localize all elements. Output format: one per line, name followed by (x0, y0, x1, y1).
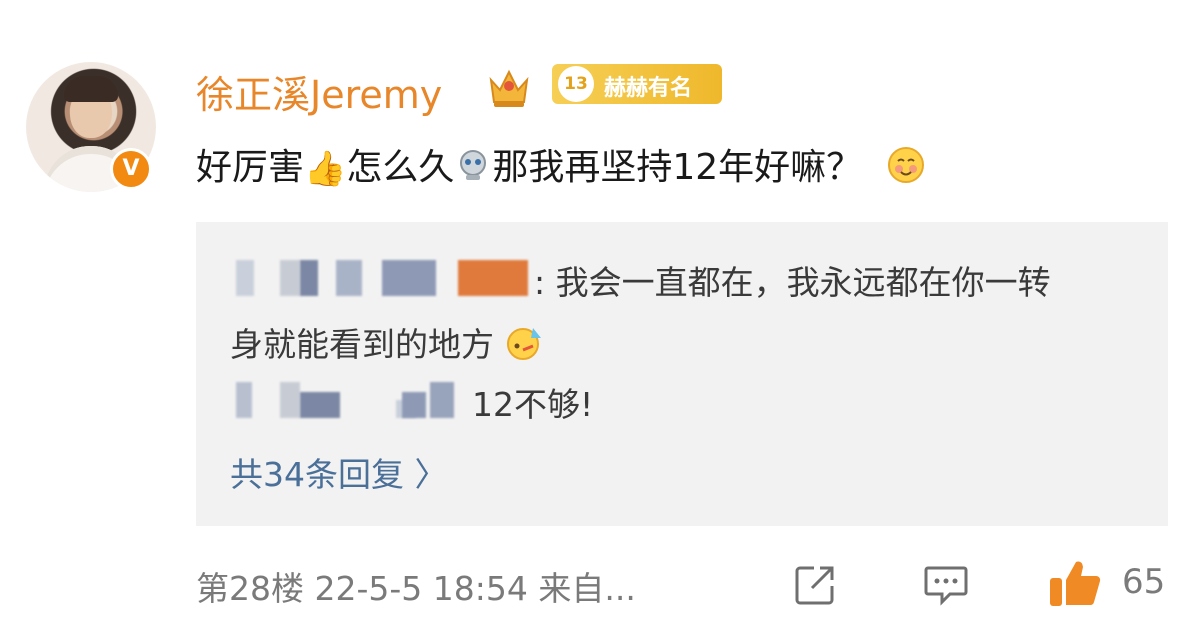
verified-badge-icon: V (110, 148, 152, 190)
level-badge: 13 赫赫有名 (552, 64, 722, 104)
comment-text-3: 那我再坚持12年好嘛？ (492, 147, 863, 188)
more-replies-link[interactable]: 共34条回复 〉 (230, 448, 447, 496)
like-count: 65 (1122, 562, 1166, 602)
comment-text-2: 怎么久 (346, 147, 455, 188)
replies-panel[interactable]: : 我会一直都在，我永远都在你一转 身就能看到的地方 12不够! 共34条回复 … (196, 222, 1168, 526)
share-icon[interactable] (792, 562, 838, 608)
reply-text-1: : 我会一直都在，我永远都在你一转 (534, 263, 1051, 302)
robot-icon (460, 150, 487, 180)
blush-face-icon (887, 147, 924, 183)
comment-icon[interactable] (922, 562, 970, 608)
comment-meta: 第28楼 22-5-5 18:54 来自... (196, 569, 636, 608)
level-title: 赫赫有名 (604, 76, 693, 101)
thumbs-up-icon: 👍 (304, 149, 347, 189)
comment-text-1: 好厉害 (196, 147, 305, 188)
like-icon[interactable] (1046, 554, 1104, 612)
comment-body: 好厉害👍怎么久 那我再坚持12年好嘛？ (196, 138, 926, 190)
crown-icon (489, 69, 529, 107)
reply-text-2: 身就能看到的地方 (230, 318, 545, 366)
reply-text-3: 12不够! (472, 385, 594, 424)
party-face-icon (506, 328, 541, 360)
username[interactable]: 徐正溪Jeremy (196, 64, 442, 119)
level-number: 13 (558, 66, 594, 102)
